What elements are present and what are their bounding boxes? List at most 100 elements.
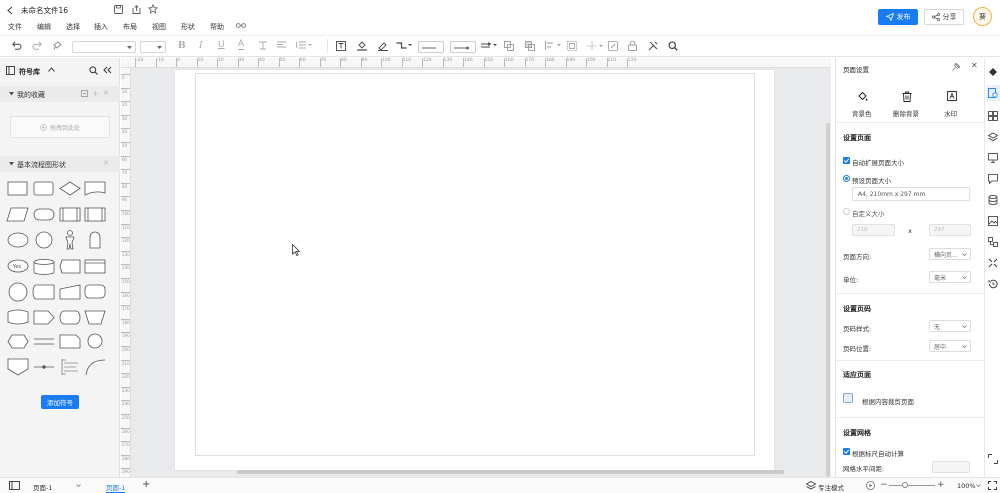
font-family-select[interactable]	[72, 41, 136, 53]
shape-circle[interactable]	[35, 231, 53, 249]
shape-annotation[interactable]	[61, 359, 78, 375]
image-icon[interactable]	[988, 216, 998, 226]
connector-icon[interactable]	[396, 40, 412, 50]
custom-size-radio[interactable]	[843, 208, 850, 215]
expand-panel-icon[interactable]	[988, 454, 998, 464]
chevron-up-icon[interactable]	[48, 67, 55, 72]
shape-parallel-lines[interactable]	[34, 338, 54, 345]
redo-icon[interactable]	[32, 41, 42, 50]
fullscreen-arrows-icon[interactable]	[988, 258, 998, 268]
undo-icon[interactable]	[12, 41, 22, 50]
align-objects-icon[interactable]	[545, 41, 561, 50]
zoom-slider-handle[interactable]	[902, 482, 908, 488]
page-number-position-select[interactable]: 居中	[929, 340, 971, 352]
format-painter-icon[interactable]	[53, 41, 62, 50]
pin-icon[interactable]	[952, 63, 960, 71]
text-box-icon[interactable]	[336, 41, 346, 51]
menu-insert[interactable]: 插入	[94, 22, 108, 32]
shape-alternate-process[interactable]	[33, 181, 54, 196]
custom-height-input[interactable]: 297	[929, 224, 971, 236]
edit-shape-icon[interactable]	[608, 41, 618, 51]
lock-icon[interactable]	[628, 41, 637, 51]
tool-background-color[interactable]: 背景色	[852, 108, 872, 118]
tool-watermark[interactable]: 水印	[944, 108, 957, 118]
preset-size-select[interactable]: A4, 210mm x 297 mm	[852, 187, 970, 201]
export-icon[interactable]	[131, 4, 141, 14]
crop-to-content-button[interactable]: 根据内容裁剪页面	[862, 396, 914, 406]
star-icon[interactable]	[148, 4, 158, 14]
orientation-select[interactable]: 横向页...	[929, 248, 971, 260]
grid-auto-checkbox[interactable]	[843, 448, 850, 455]
page-tab-active[interactable]: 页面-1	[106, 482, 126, 493]
shape-label-yes[interactable]: Yes	[7, 259, 29, 273]
search-icon[interactable]	[668, 41, 678, 51]
crop-page-icon[interactable]	[843, 393, 853, 403]
line-style-select[interactable]	[418, 41, 444, 53]
history-icon[interactable]	[988, 279, 998, 289]
shape-internal-storage[interactable]	[84, 207, 106, 222]
present-icon[interactable]	[988, 153, 998, 163]
italic-icon[interactable]: I	[199, 41, 203, 51]
shape-display[interactable]	[59, 310, 81, 325]
shape-data[interactable]	[6, 207, 29, 222]
shape-manual-input[interactable]	[59, 284, 81, 300]
basic-shapes-header[interactable]: 基本流程图形状 ✕	[0, 156, 120, 172]
shape-tape[interactable]	[7, 309, 29, 325]
favorites-drop-zone[interactable]: 拖拽到此处	[10, 116, 110, 138]
line-end-select[interactable]	[450, 41, 476, 53]
page-settings-tab[interactable]	[986, 85, 1000, 101]
menu-layout[interactable]: 布局	[123, 22, 137, 32]
shape-ellipse[interactable]	[7, 232, 29, 248]
fill-color-icon[interactable]	[357, 41, 367, 51]
font-size-select[interactable]	[140, 41, 166, 53]
group-icon[interactable]	[567, 41, 577, 51]
shape-process[interactable]	[7, 181, 28, 196]
shape-arc[interactable]	[85, 359, 106, 376]
add-symbol-button[interactable]: 添加符号	[41, 395, 79, 409]
bold-icon[interactable]: B	[178, 41, 186, 51]
zoom-slider[interactable]	[889, 485, 935, 486]
search-icon[interactable]	[89, 66, 98, 75]
add-page-icon[interactable]: +	[142, 479, 150, 490]
auto-expand-checkbox[interactable]	[843, 157, 850, 164]
layers-status-icon[interactable]	[806, 481, 816, 490]
menu-help[interactable]: 帮助	[210, 22, 224, 32]
zoom-out-icon[interactable]: −	[880, 480, 888, 490]
underline-icon[interactable]: U	[218, 40, 225, 50]
align-icon[interactable]	[277, 41, 286, 49]
database-icon[interactable]	[988, 195, 998, 205]
send-back-icon[interactable]	[525, 41, 535, 51]
shape-connector[interactable]	[8, 282, 28, 302]
shape-manual-operation[interactable]	[84, 310, 106, 325]
close-icon[interactable]: ✕	[971, 61, 978, 70]
arrow-style-icon[interactable]	[481, 41, 497, 50]
shape-preparation[interactable]	[7, 334, 29, 349]
menu-file[interactable]: 文件	[8, 22, 22, 32]
line-color-icon[interactable]	[378, 41, 388, 51]
grid-spacing-input[interactable]	[932, 461, 970, 473]
unit-select[interactable]: 毫米	[929, 271, 971, 283]
shape-card[interactable]	[84, 259, 106, 274]
font-color-icon[interactable]: A	[238, 40, 245, 50]
document-title[interactable]: 未命名文件16	[21, 5, 68, 16]
menu-select[interactable]: 选择	[66, 22, 80, 32]
menu-view[interactable]: 视图	[152, 22, 166, 32]
shape-delay[interactable]	[33, 310, 55, 325]
play-icon[interactable]	[866, 481, 875, 490]
save-icon[interactable]	[113, 4, 123, 14]
shape-terminator[interactable]	[33, 208, 55, 221]
close-icon[interactable]: ✕	[103, 89, 109, 97]
page-select[interactable]: 页面-1	[33, 482, 52, 492]
line-spacing-icon[interactable]	[296, 41, 312, 49]
shape-document[interactable]	[84, 181, 106, 196]
collapse-panel-icon[interactable]	[103, 66, 112, 74]
tools-icon[interactable]	[648, 41, 658, 51]
vertical-scrollbar[interactable]	[826, 123, 830, 477]
org-chart-icon[interactable]	[988, 237, 998, 247]
zoom-in-icon[interactable]: +	[937, 480, 945, 490]
back-icon[interactable]	[6, 5, 14, 15]
background-color-icon[interactable]	[857, 91, 868, 102]
shape-cylinder[interactable]	[33, 259, 55, 275]
grid-layout-icon[interactable]	[988, 111, 998, 121]
fullscreen-icon[interactable]	[988, 481, 997, 490]
